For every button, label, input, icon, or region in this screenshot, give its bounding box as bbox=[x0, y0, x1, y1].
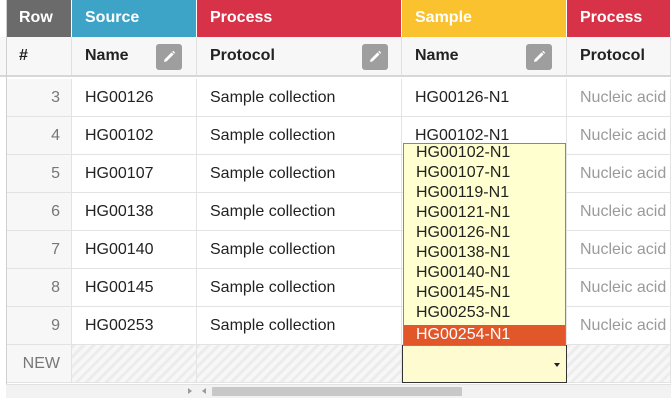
sample-name-dropdown[interactable]: HG00102-N1 HG00107-N1 HG00119-N1 HG00121… bbox=[403, 143, 566, 346]
row-number: 3 bbox=[6, 79, 72, 117]
cell-protocol-2[interactable]: Nucleic acid bbox=[567, 117, 671, 155]
grid-left-border bbox=[6, 0, 7, 398]
dropdown-option[interactable]: HG00107-N1 bbox=[404, 163, 565, 183]
dropdown-option-selected[interactable]: HG00254-N1 bbox=[404, 325, 565, 345]
header-protocol-2-label: Protocol bbox=[580, 47, 645, 64]
new-row: NEW bbox=[0, 345, 671, 383]
cell-protocol-2[interactable]: Nucleic acid bbox=[567, 155, 671, 193]
row-number: 4 bbox=[6, 117, 72, 155]
dropdown-option[interactable]: HG00138-N1 bbox=[404, 243, 565, 263]
cell-protocol[interactable]: Sample collection bbox=[197, 193, 402, 231]
header-sample-name-label: Name bbox=[415, 47, 459, 64]
cell-protocol[interactable]: Sample collection bbox=[197, 307, 402, 345]
cell-protocol[interactable]: Sample collection bbox=[197, 117, 402, 155]
cell-protocol[interactable]: Sample collection bbox=[197, 155, 402, 193]
new-cell-protocol[interactable] bbox=[197, 345, 402, 383]
pencil-icon bbox=[370, 50, 382, 62]
cell-protocol-2[interactable]: Nucleic acid bbox=[567, 269, 671, 307]
header-sample-name[interactable]: Name bbox=[402, 37, 567, 75]
column-header-row: # Name Protocol Name Protocol bbox=[0, 37, 671, 77]
pencil-icon bbox=[164, 50, 176, 62]
pencil-icon bbox=[534, 50, 546, 62]
header-protocol-label: Protocol bbox=[210, 47, 275, 64]
category-sample: Sample bbox=[402, 0, 567, 37]
row-number: 8 bbox=[6, 269, 72, 307]
table-row: 7 HG00140 Sample collection Nucleic acid bbox=[0, 231, 671, 269]
dropdown-option[interactable]: HG00140-N1 bbox=[404, 263, 565, 283]
dropdown-option[interactable]: HG00121-N1 bbox=[404, 203, 565, 223]
cell-source-name[interactable]: HG00107 bbox=[72, 155, 197, 193]
row-number: 9 bbox=[6, 307, 72, 345]
edit-sample-name-button[interactable] bbox=[526, 44, 552, 70]
spreadsheet-grid: Row Source Process Sample Process # Name… bbox=[0, 0, 671, 384]
cell-sample-name[interactable]: HG00126-N1 bbox=[402, 79, 567, 117]
arrow-left-icon[interactable] bbox=[202, 388, 206, 394]
cell-source-name[interactable]: HG00102 bbox=[72, 117, 197, 155]
new-cell-source-name[interactable] bbox=[72, 345, 197, 383]
horizontal-scrollbar[interactable] bbox=[6, 384, 671, 398]
table-row: 6 HG00138 Sample collection Nucleic acid bbox=[0, 193, 671, 231]
cell-protocol-2[interactable]: Nucleic acid bbox=[567, 231, 671, 269]
dropdown-option[interactable]: HG00102-N1 bbox=[404, 144, 565, 163]
cell-source-name[interactable]: HG00126 bbox=[72, 79, 197, 117]
cell-protocol[interactable]: Sample collection bbox=[197, 231, 402, 269]
edit-source-name-button[interactable] bbox=[156, 44, 182, 70]
caret-down-icon[interactable] bbox=[554, 363, 560, 367]
dropdown-option[interactable]: HG00145-N1 bbox=[404, 283, 565, 303]
cell-source-name[interactable]: HG00253 bbox=[72, 307, 197, 345]
cell-protocol-2[interactable]: Nucleic acid bbox=[567, 193, 671, 231]
row-number: 6 bbox=[6, 193, 72, 231]
table-row: 5 HG00107 Sample collection Nucleic acid bbox=[0, 155, 671, 193]
header-source-name-label: Name bbox=[85, 47, 129, 64]
sample-name-editor[interactable] bbox=[402, 345, 567, 383]
cell-source-name[interactable]: HG00145 bbox=[72, 269, 197, 307]
category-header-row: Row Source Process Sample Process bbox=[0, 0, 671, 37]
edit-protocol-button[interactable] bbox=[362, 44, 388, 70]
scrollbar-thumb[interactable] bbox=[212, 387, 462, 396]
header-protocol[interactable]: Protocol bbox=[197, 37, 402, 75]
header-protocol-2[interactable]: Protocol bbox=[567, 37, 671, 75]
cell-protocol[interactable]: Sample collection bbox=[197, 269, 402, 307]
table-row: 9 HG00253 Sample collection Nucleic acid bbox=[0, 307, 671, 345]
arrow-right-icon[interactable] bbox=[188, 388, 192, 394]
cell-source-name[interactable]: HG00140 bbox=[72, 231, 197, 269]
dropdown-option[interactable]: HG00126-N1 bbox=[404, 223, 565, 243]
new-row-label: NEW bbox=[6, 345, 72, 383]
header-source-name[interactable]: Name bbox=[72, 37, 197, 75]
new-cell-protocol-2[interactable] bbox=[567, 345, 671, 383]
cell-protocol-2[interactable]: Nucleic acid bbox=[567, 307, 671, 345]
category-process-2: Process bbox=[567, 0, 671, 37]
cell-protocol[interactable]: Sample collection bbox=[197, 79, 402, 117]
table-row: 3 HG00126 Sample collection HG00126-N1 N… bbox=[0, 79, 671, 117]
row-number: 5 bbox=[6, 155, 72, 193]
cell-source-name[interactable]: HG00138 bbox=[72, 193, 197, 231]
dropdown-option[interactable]: HG00119-N1 bbox=[404, 183, 565, 203]
category-source: Source bbox=[72, 0, 197, 37]
table-row: 8 HG00145 Sample collection Nucleic acid bbox=[0, 269, 671, 307]
row-number: 7 bbox=[6, 231, 72, 269]
table-row: 4 HG00102 Sample collection HG00102-N1 N… bbox=[0, 117, 671, 155]
cell-protocol-2[interactable]: Nucleic acid bbox=[567, 79, 671, 117]
header-row-number: # bbox=[6, 37, 72, 75]
category-row: Row bbox=[6, 0, 72, 37]
dropdown-option[interactable]: HG00253-N1 bbox=[404, 303, 565, 323]
category-process: Process bbox=[197, 0, 402, 37]
